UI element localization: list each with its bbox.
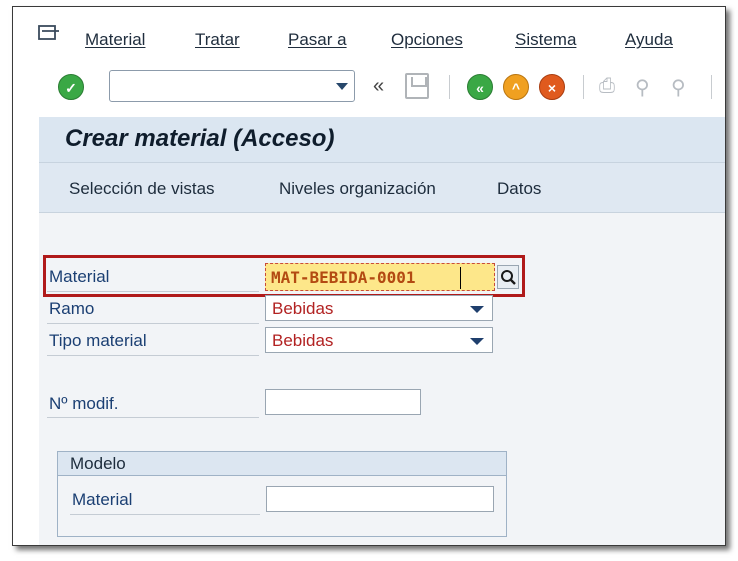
back-arrow-icon: « (476, 80, 484, 96)
checkmark-icon: ✓ (65, 80, 77, 96)
label-underline (47, 355, 259, 356)
command-field[interactable] (109, 70, 355, 102)
tipo-material-value: Bebidas (272, 331, 334, 350)
menu-sistema[interactable]: Sistema (515, 30, 576, 50)
system-menu-icon[interactable] (37, 23, 61, 43)
cancel-x-icon: × (547, 80, 557, 96)
modelo-material-label: Material (72, 490, 133, 509)
page-title: Crear material (Acceso) (65, 125, 335, 152)
menu-bar: Material Tratar Pasar a Opciones Sistema… (13, 7, 725, 65)
chevron-down-icon[interactable] (336, 83, 348, 90)
menu-opciones[interactable]: Opciones (391, 30, 463, 50)
sap-window: Material Tratar Pasar a Opciones Sistema… (12, 6, 726, 546)
datos-button[interactable]: Datos (497, 179, 541, 199)
save-icon[interactable] (405, 73, 429, 99)
niveles-organizacion-button[interactable]: Niveles organización (279, 179, 436, 199)
enter-check-icon[interactable]: ✓ (58, 74, 84, 100)
numero-modif-label: Nº modif. (49, 394, 119, 413)
find-icon[interactable]: ⚲ (635, 75, 650, 100)
chevron-down-icon[interactable] (470, 306, 484, 313)
toolbar-separator (449, 75, 450, 99)
exit-icon[interactable]: ^ (503, 74, 529, 100)
highlight-box (43, 255, 525, 297)
modelo-group-title: Modelo (70, 454, 126, 473)
standard-toolbar: ✓ « « ^ × ⎙ ⚲ ⚲ (13, 65, 725, 109)
cancel-icon[interactable]: × (539, 74, 565, 100)
print-icon[interactable]: ⎙ (599, 75, 615, 98)
back-icon[interactable]: « (467, 74, 493, 100)
label-underline (70, 514, 260, 515)
modelo-group: Modelo Material (57, 451, 507, 537)
find-next-icon[interactable]: ⚲ (671, 75, 686, 100)
ramo-label: Ramo (49, 299, 95, 318)
exit-arrow-icon: ^ (511, 80, 521, 96)
label-underline (47, 417, 259, 418)
menu-tratar[interactable]: Tratar (195, 30, 240, 50)
label-underline (47, 323, 259, 324)
double-chevron-left-icon[interactable]: « (373, 75, 384, 98)
modelo-group-header: Modelo (58, 452, 506, 476)
chevron-down-icon[interactable] (470, 338, 484, 345)
application-toolbar: Selección de vistas Niveles organización… (39, 163, 725, 213)
toolbar-separator (711, 75, 712, 99)
seleccion-vistas-button[interactable]: Selección de vistas (69, 179, 215, 199)
numero-modif-input[interactable] (265, 389, 421, 415)
title-bar: Crear material (Acceso) (39, 117, 725, 163)
menu-material[interactable]: Material (85, 30, 145, 50)
content-panel: Crear material (Acceso) Selección de vis… (39, 117, 725, 545)
ramo-select[interactable]: Bebidas (265, 295, 493, 321)
menu-pasar-a[interactable]: Pasar a (288, 30, 347, 50)
tipo-material-select[interactable]: Bebidas (265, 327, 493, 353)
toolbar-separator (583, 75, 584, 99)
ramo-value: Bebidas (272, 299, 334, 318)
menu-ayuda[interactable]: Ayuda (625, 30, 673, 50)
tipo-material-label: Tipo material (49, 331, 147, 350)
modelo-material-input[interactable] (266, 486, 494, 512)
